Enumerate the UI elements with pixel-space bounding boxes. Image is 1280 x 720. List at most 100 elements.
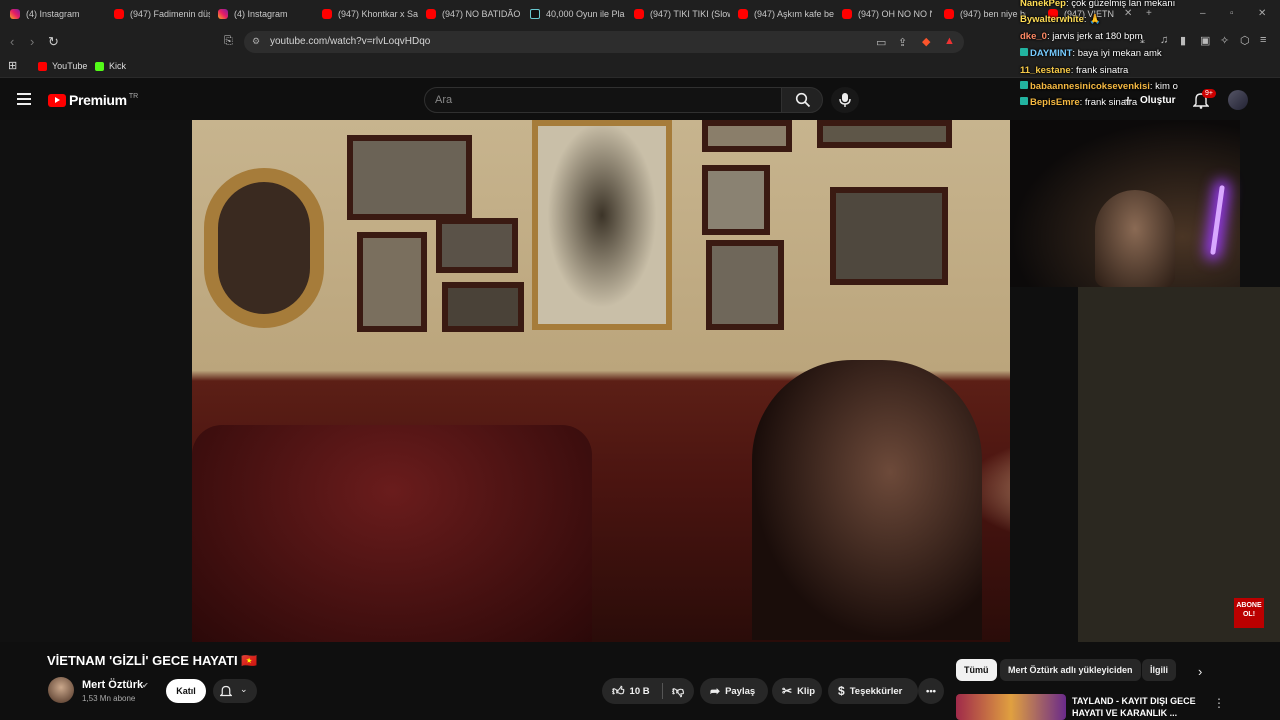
recommended-video-thumbnail[interactable] [956, 694, 1066, 720]
url-text[interactable]: youtube.com/watch?v=rlvLoqvHDqo [270, 36, 430, 47]
forward-icon[interactable]: › [30, 34, 34, 49]
wall-frame [442, 282, 524, 332]
more-horizontal-icon: ••• [926, 685, 936, 697]
share-page-icon[interactable]: ⇪ [898, 36, 907, 49]
channel-avatar[interactable] [48, 677, 74, 703]
bookmark-icon[interactable]: ⎘ [224, 35, 233, 48]
instagram-icon [10, 9, 20, 19]
address-bar-row: ‹ › ↻ ⎘ ⚙ youtube.com/watch?v=rlvLoqvHDq… [0, 28, 1280, 56]
youtube-play-icon [48, 93, 66, 107]
bell-icon [220, 685, 232, 697]
media-icon[interactable]: ♫ [1160, 34, 1168, 46]
install-app-icon[interactable]: ▭ [876, 36, 886, 49]
subscribe-overlay-badge[interactable]: ABONE OL! [1234, 598, 1264, 628]
youtube-icon [842, 9, 852, 19]
thanks-button[interactable]: $ Teşekkürler [828, 678, 918, 704]
hamburger-menu-icon[interactable] [17, 93, 31, 105]
leo-ai-icon[interactable]: ✧ [1220, 34, 1229, 47]
like-count[interactable]: 10 B [630, 686, 650, 697]
back-icon[interactable]: ‹ [10, 34, 14, 49]
channel-name[interactable]: Mert Öztürk [82, 679, 143, 691]
brave-shield-icon[interactable]: ◆ [922, 35, 930, 48]
person-in-video [752, 360, 982, 640]
browser-tab[interactable]: (947) TIKI TIKI (Slow [634, 6, 730, 22]
browser-tab[interactable]: (947) Fadimenin düş [114, 6, 210, 22]
youtube-icon [114, 9, 124, 19]
super-thanks-icon: $ [838, 684, 845, 698]
close-tab-icon[interactable]: ✕ [1124, 8, 1132, 19]
scissors-icon: ✂ [782, 684, 793, 698]
url-field[interactable]: ⚙ youtube.com/watch?v=rlvLoqvHDqo ▭ ⇪ ◆ … [244, 31, 964, 53]
minimize-icon[interactable]: – [1200, 8, 1206, 19]
share-button[interactable]: ➦ Paylaş [700, 678, 768, 704]
browser-tab[interactable]: 40,000 Oyun ile Pla [530, 6, 626, 22]
video-player[interactable] [192, 120, 1010, 642]
browser-tab-active[interactable]: (947) VIETN [1048, 6, 1120, 22]
streamer-webcam-overlay [1010, 120, 1240, 287]
more-vertical-icon[interactable]: ⋮ [1213, 696, 1225, 710]
wall-mirror [204, 168, 324, 328]
create-button[interactable]: + Oluştur [1118, 89, 1186, 111]
browser-tab[interactable]: (4) Instagram [218, 6, 314, 22]
menu-icon[interactable]: ≡ [1260, 34, 1266, 46]
wall-frame [830, 187, 948, 285]
sidebar-icon[interactable]: ▮ [1180, 34, 1186, 47]
search-button[interactable] [781, 87, 823, 113]
wall-frame [436, 218, 518, 273]
youtube-icon [944, 9, 954, 19]
share-icon: ➦ [710, 684, 721, 698]
browser-tab[interactable]: (947) NO BATIDÃO [426, 6, 522, 22]
window-close-icon[interactable]: ✕ [1258, 8, 1266, 19]
youtube-icon [426, 9, 436, 19]
bookmark-kick[interactable]: Kick [95, 61, 126, 71]
microphone-icon [839, 93, 851, 107]
downloads-icon[interactable]: ⤓ [1140, 34, 1145, 47]
chevron-right-icon[interactable]: › [1198, 664, 1202, 679]
youtube-premium-logo[interactable]: Premium TR [48, 92, 138, 108]
join-button[interactable]: Katıl [166, 679, 206, 703]
youtube-icon [738, 9, 748, 19]
tiktok-icon [530, 9, 540, 19]
chip-related[interactable]: İlgili [1142, 659, 1176, 681]
browser-tab[interactable]: (947) Khontkar x Sa [322, 6, 418, 22]
browser-tab[interactable]: (4) Instagram [10, 6, 106, 22]
reload-icon[interactable]: ↻ [48, 34, 59, 50]
leather-sofa [192, 425, 592, 642]
wall-frame [347, 135, 472, 220]
voice-search-button[interactable] [831, 87, 859, 113]
wall-frame [817, 120, 952, 148]
maximize-icon[interactable]: ▫ [1230, 8, 1234, 19]
divider [662, 683, 663, 699]
brave-rewards-icon[interactable]: ▲ [944, 35, 955, 47]
new-tab-icon[interactable]: + [1146, 8, 1152, 19]
chevron-down-icon: ⌄ [240, 684, 248, 694]
bookmark-youtube[interactable]: YouTube [38, 61, 87, 71]
streamer-face [1095, 190, 1175, 287]
youtube-icon [322, 9, 332, 19]
apps-grid-icon[interactable]: ⊞ [8, 59, 17, 72]
search-box[interactable] [424, 87, 782, 113]
recommended-video-title[interactable]: TAYLAND - KAYIT DIŞI GECE HAYATI VE KARA… [1072, 695, 1204, 719]
site-info-icon[interactable]: ⚙ [252, 36, 260, 47]
plus-icon: + [1124, 92, 1133, 108]
clip-button[interactable]: ✂ Klip [772, 678, 822, 704]
vpn-icon[interactable]: ⬡ [1240, 34, 1250, 47]
browser-tab[interactable]: (947) Aşkım kafe be [738, 6, 834, 22]
page-background-left [0, 120, 192, 642]
browser-tab[interactable]: (947) OH NO NO N [842, 6, 932, 22]
thumbs-up-icon[interactable]: 👍︎ [612, 684, 625, 699]
wallet-icon[interactable]: ▣ [1200, 34, 1210, 47]
more-actions-button[interactable]: ••• [918, 678, 944, 704]
chip-from-uploader[interactable]: Mert Öztürk adlı yükleyiciden [1000, 659, 1141, 681]
thumbs-down-icon[interactable]: 👎︎ [672, 684, 684, 699]
browser-tab[interactable]: (947) ben niye bat [944, 6, 1026, 22]
neon-light [1210, 184, 1225, 256]
search-input[interactable] [435, 94, 765, 106]
account-avatar[interactable] [1228, 90, 1248, 110]
search-icon [795, 92, 811, 108]
video-title: VİETNAM 'GİZLİ' GECE HAYATI 🇻🇳 [47, 653, 258, 668]
wall-frame [706, 240, 784, 330]
chip-all[interactable]: Tümü [956, 659, 997, 681]
instagram-icon [218, 9, 228, 19]
subscribed-notifications-button[interactable]: ⌄ [213, 679, 257, 703]
